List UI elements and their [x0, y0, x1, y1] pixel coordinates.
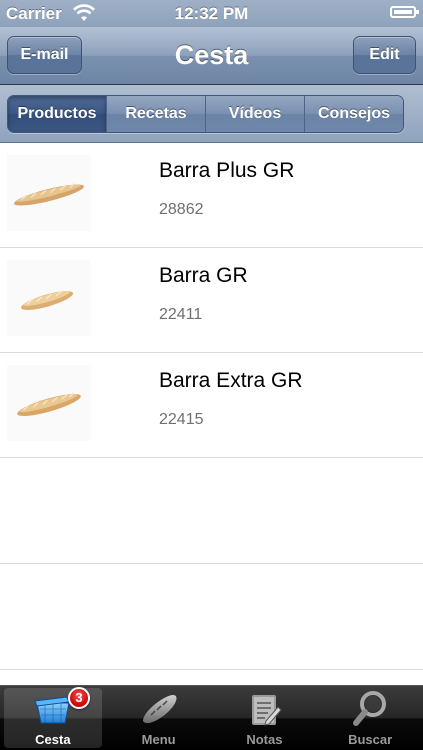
empty-row [0, 458, 423, 564]
tab-bar: 3 Cesta Menu Notas Buscar [0, 685, 423, 750]
product-code: 28862 [159, 201, 204, 218]
tab-buscar[interactable]: Buscar [317, 686, 423, 750]
list-item[interactable]: Barra Extra GR 22415 [0, 353, 423, 458]
product-code: 22415 [159, 411, 204, 428]
tab-cesta[interactable]: 3 Cesta [0, 686, 106, 750]
bread-icon [142, 695, 177, 724]
product-name: Barra GR [159, 264, 248, 287]
tab-label: Notas [246, 732, 283, 747]
tab-label: Buscar [348, 732, 393, 747]
battery-icon [390, 6, 419, 18]
baguette-image [7, 155, 91, 231]
category-segmented-control: Productos Recetas Vídeos Consejos [7, 95, 404, 133]
cart-count-badge: 3 [68, 687, 90, 709]
list-item[interactable]: Barra GR 22411 [0, 248, 423, 353]
segment-videos[interactable]: Vídeos [205, 96, 304, 132]
product-list: Barra Plus GR 28862 Barra GR 22411 Barra… [0, 143, 423, 685]
tab-label: Cesta [35, 732, 71, 747]
notes-icon [252, 695, 283, 726]
tab-menu[interactable]: Menu [106, 686, 212, 750]
product-code: 22411 [159, 306, 203, 323]
baguette-image [7, 365, 91, 441]
edit-button[interactable]: Edit [353, 36, 416, 74]
status-bar: Carrier 12:32 PM [0, 0, 423, 27]
status-time: 12:32 PM [174, 4, 249, 23]
tab-notas[interactable]: Notas [212, 686, 318, 750]
segment-toolbar: Productos Recetas Vídeos Consejos [0, 85, 423, 143]
baguette-image [7, 260, 91, 336]
segment-consejos[interactable]: Consejos [304, 96, 403, 132]
product-name: Barra Plus GR [159, 159, 295, 182]
segment-productos[interactable]: Productos [8, 96, 106, 132]
empty-row [0, 564, 423, 670]
navigation-bar: E-mail Cesta Edit [0, 27, 423, 85]
search-icon [353, 691, 387, 726]
list-item[interactable]: Barra Plus GR 28862 [0, 143, 423, 248]
product-name: Barra Extra GR [159, 369, 303, 392]
segment-recetas[interactable]: Recetas [106, 96, 205, 132]
tab-label: Menu [141, 732, 176, 747]
